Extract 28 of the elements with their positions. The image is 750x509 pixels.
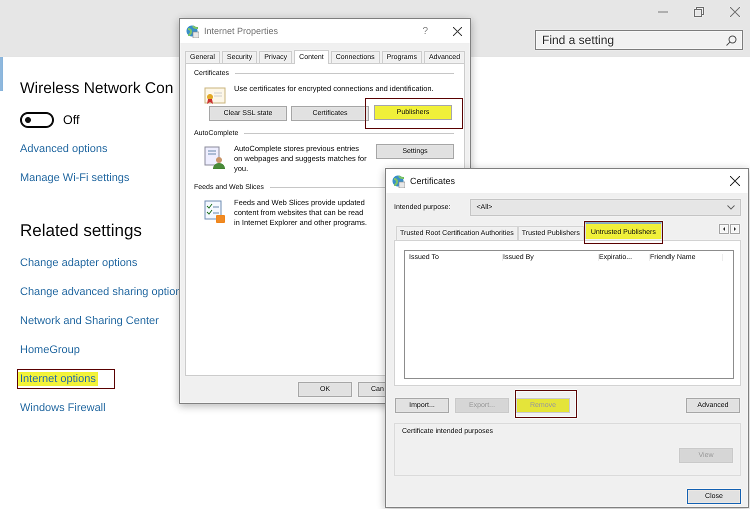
settings-link[interactable]: Change adapter options bbox=[20, 256, 138, 268]
settings-link[interactable]: Network and Sharing Center bbox=[20, 314, 159, 326]
section-heading: Related settings bbox=[20, 220, 142, 242]
chevron-down-icon bbox=[727, 205, 735, 210]
form-user-icon bbox=[204, 146, 226, 170]
settings-link[interactable]: Manage Wi-Fi settings bbox=[20, 172, 130, 184]
scroll-right-icon[interactable] bbox=[730, 224, 740, 234]
search-icon bbox=[726, 35, 737, 46]
wifi-toggle[interactable] bbox=[20, 112, 54, 128]
dialog-title: Internet Properties bbox=[204, 26, 280, 36]
settings-link[interactable]: HomeGroup bbox=[20, 344, 80, 356]
settings-link[interactable]: Advanced options bbox=[20, 142, 108, 154]
selection-indicator bbox=[0, 57, 3, 91]
globe-icon bbox=[392, 174, 405, 188]
close-icon[interactable] bbox=[730, 176, 740, 186]
page-heading: Wireless Network Con bbox=[20, 79, 174, 99]
globe-icon bbox=[186, 24, 199, 38]
certificate-icon bbox=[204, 86, 226, 106]
search-field[interactable]: Find a setting bbox=[535, 30, 743, 50]
dialog-title: Certificates bbox=[410, 176, 456, 186]
settings-link[interactable]: Internet options bbox=[18, 372, 98, 386]
toggle-label: Off bbox=[63, 113, 80, 127]
settings-link[interactable]: Windows Firewall bbox=[20, 402, 106, 414]
scroll-left-icon[interactable] bbox=[719, 224, 729, 234]
help-button[interactable]: ? bbox=[422, 26, 428, 36]
close-icon[interactable] bbox=[453, 26, 462, 36]
restore-icon[interactable] bbox=[694, 7, 704, 17]
feed-list-icon bbox=[204, 200, 226, 224]
